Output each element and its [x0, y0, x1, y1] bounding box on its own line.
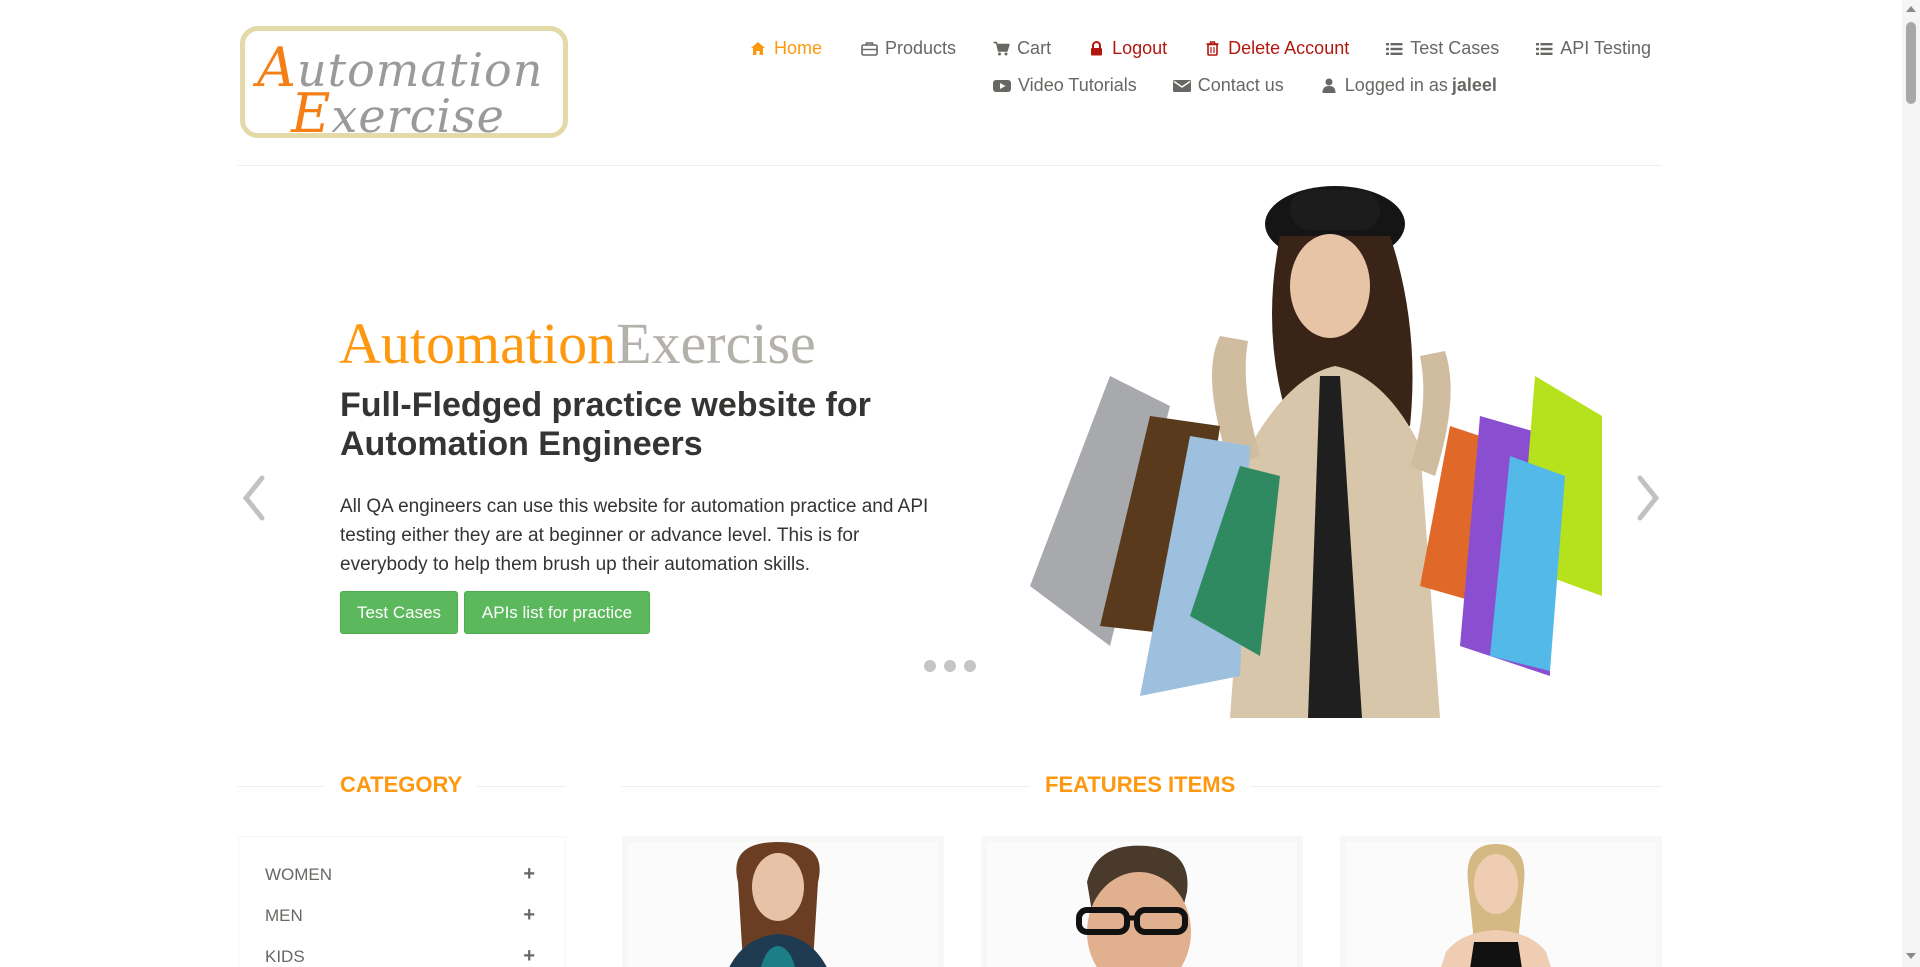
nav-products-label: Products	[885, 38, 957, 58]
slider-next-button[interactable]	[1632, 470, 1666, 526]
list-icon	[1535, 40, 1553, 58]
slider-brand-title: AutomationExercise	[339, 311, 816, 376]
nav-logout[interactable]: Logout	[1087, 38, 1167, 59]
nav-contact-us-label: Contact us	[1197, 75, 1284, 95]
page-scrollbar[interactable]	[1902, 0, 1920, 967]
test-cases-button[interactable]: Test Cases	[340, 591, 458, 634]
list-icon	[1385, 40, 1403, 58]
envelope-icon	[1172, 77, 1191, 95]
nav-cart-label: Cart	[1017, 38, 1052, 58]
plus-icon[interactable]: +	[523, 864, 535, 885]
scroll-up-icon[interactable]	[1906, 6, 1916, 12]
youtube-icon	[993, 77, 1011, 95]
nav-cart[interactable]: Cart	[992, 38, 1051, 59]
slider-description: All QA engineers can use this website fo…	[340, 496, 929, 575]
nav-home[interactable]: Home	[749, 38, 822, 59]
nav-api-testing-label: API Testing	[1560, 38, 1651, 58]
header-divider	[238, 165, 1662, 166]
slider-heading: Full-Fledged practice website for Automa…	[340, 386, 871, 463]
category-panel: WOMEN + MEN + KIDS +	[238, 836, 566, 967]
slider-indicator-3[interactable]	[964, 660, 976, 672]
chevron-right-icon	[1637, 475, 1660, 521]
nav-video-tutorials[interactable]: Video Tutorials	[993, 75, 1137, 96]
chevron-left-icon	[242, 475, 265, 521]
scrollbar-thumb[interactable]	[1906, 22, 1916, 104]
briefcase-icon	[860, 40, 878, 58]
product-image-3	[1441, 844, 1551, 967]
category-title: CATEGORY	[325, 772, 478, 798]
plus-icon[interactable]: +	[523, 905, 535, 926]
slider-indicator-1[interactable]	[924, 660, 936, 672]
product-card-1	[622, 836, 944, 967]
nav-api-testing[interactable]: API Testing	[1535, 38, 1651, 59]
user-icon	[1320, 77, 1338, 95]
site-logo[interactable]: Automation Exercise	[240, 26, 568, 145]
main-nav-row-2: Video Tutorials Contact us Logged in as j…	[993, 75, 1497, 96]
slider-hero-image	[990, 176, 1602, 718]
logo-line-2: Exercise	[291, 82, 505, 145]
product-image-2	[1076, 845, 1191, 967]
lock-icon	[1087, 40, 1105, 58]
trash-icon	[1203, 40, 1221, 58]
nav-video-tutorials-label: Video Tutorials	[1018, 75, 1137, 95]
slider-prev-button[interactable]	[236, 470, 270, 526]
nav-home-label: Home	[774, 38, 823, 58]
home-icon	[749, 40, 767, 58]
nav-logout-label: Logout	[1112, 38, 1168, 58]
category-item-kids[interactable]: KIDS +	[265, 946, 535, 967]
nav-test-cases[interactable]: Test Cases	[1385, 38, 1499, 59]
slider-indicators	[924, 660, 984, 672]
features-items-title: FEATURES ITEMS	[1030, 772, 1251, 798]
plus-icon[interactable]: +	[523, 946, 535, 967]
logged-in-status: Logged in as jaleel	[1320, 75, 1497, 96]
logged-in-username: jaleel	[1451, 75, 1497, 95]
category-item-label: WOMEN	[265, 865, 333, 884]
nav-contact-us[interactable]: Contact us	[1172, 75, 1284, 96]
logged-in-label: Logged in as	[1344, 75, 1448, 95]
nav-delete-account-label: Delete Account	[1228, 38, 1350, 58]
cart-icon	[992, 40, 1010, 58]
scroll-down-icon[interactable]	[1906, 953, 1916, 959]
product-card-3	[1340, 836, 1662, 967]
category-item-men[interactable]: MEN +	[265, 905, 535, 926]
main-nav-row-1: Home Products Cart Logout Delete Account…	[749, 38, 1651, 59]
product-card-2	[981, 836, 1303, 967]
category-item-women[interactable]: WOMEN +	[265, 864, 535, 885]
product-image-1	[729, 842, 827, 967]
slider-indicator-2[interactable]	[944, 660, 956, 672]
nav-delete-account[interactable]: Delete Account	[1203, 38, 1349, 59]
apis-list-button[interactable]: APIs list for practice	[464, 591, 650, 634]
nav-test-cases-label: Test Cases	[1410, 38, 1500, 58]
nav-products[interactable]: Products	[860, 38, 956, 59]
category-item-label: MEN	[265, 906, 303, 925]
category-item-label: KIDS	[265, 947, 305, 966]
